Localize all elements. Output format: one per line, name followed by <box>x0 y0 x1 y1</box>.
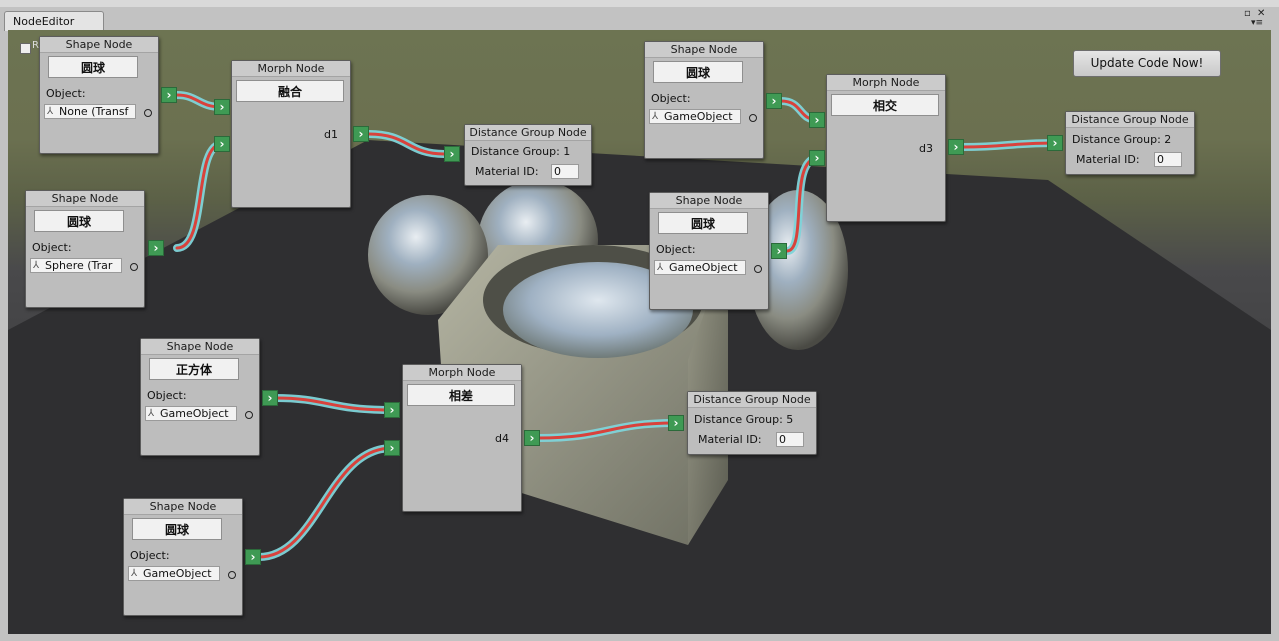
material-label: Material ID: <box>698 433 762 446</box>
circle-picker-icon[interactable] <box>144 109 152 117</box>
morph-op-field[interactable]: 相差 <box>407 384 515 406</box>
output-label: d3 <box>919 142 933 155</box>
shape-name-field[interactable]: 圆球 <box>658 212 748 234</box>
input-port[interactable]: › <box>809 112 825 128</box>
object-label: Object: <box>46 87 86 100</box>
input-port[interactable]: › <box>214 136 230 152</box>
node-header[interactable]: Shape Node <box>26 191 144 207</box>
input-port[interactable]: › <box>214 99 230 115</box>
output-label: d1 <box>324 128 338 141</box>
transform-icon: ⅄ <box>33 260 40 271</box>
shape-name-field[interactable]: 正方体 <box>149 358 239 380</box>
output-label: d4 <box>495 432 509 445</box>
distance-group-node[interactable]: Distance Group Node Distance Group: 5 Ma… <box>687 391 817 455</box>
transform-icon: ⅄ <box>657 262 664 273</box>
morph-op-field[interactable]: 相交 <box>831 94 939 116</box>
node-header[interactable]: Distance Group Node <box>1066 112 1194 128</box>
output-port[interactable]: › <box>148 240 164 256</box>
object-value: None (Transf <box>59 105 129 118</box>
transform-icon: ⅄ <box>131 568 138 579</box>
object-field[interactable]: ⅄ Sphere (Trar <box>30 258 122 273</box>
object-value: Sphere (Trar <box>45 259 113 272</box>
node-header[interactable]: Shape Node <box>124 499 242 515</box>
output-port[interactable]: › <box>262 390 278 406</box>
distance-group-text: Distance Group: 2 <box>1072 133 1172 146</box>
circle-picker-icon[interactable] <box>245 411 253 419</box>
morph-node[interactable]: Morph Node 融合 d1 <box>231 60 351 208</box>
output-port[interactable]: › <box>771 243 787 259</box>
morph-op-field[interactable]: 融合 <box>236 80 344 102</box>
input-port[interactable]: › <box>1047 135 1063 151</box>
node-header[interactable]: Distance Group Node <box>465 125 591 141</box>
shape-node[interactable]: Shape Node 圆球 Object: ⅄ None (Transf <box>39 36 159 154</box>
object-field[interactable]: ⅄ None (Transf <box>44 104 136 119</box>
node-header[interactable]: Shape Node <box>141 339 259 355</box>
circle-picker-icon[interactable] <box>749 114 757 122</box>
morph-node[interactable]: Morph Node 相交 d3 <box>826 74 946 222</box>
output-port[interactable]: › <box>948 139 964 155</box>
object-value: GameObject <box>669 261 738 274</box>
shape-name-field[interactable]: 圆球 <box>34 210 124 232</box>
shape-node[interactable]: Shape Node 圆球 Object: ⅄ GameObject <box>649 192 769 310</box>
input-port[interactable]: › <box>384 402 400 418</box>
input-port[interactable]: › <box>809 150 825 166</box>
circle-picker-icon[interactable] <box>754 265 762 273</box>
shape-node[interactable]: Shape Node 圆球 Object: ⅄ GameObject <box>123 498 243 616</box>
object-value: GameObject <box>143 567 212 580</box>
node-editor-canvas[interactable]: R Update Code Now! Shape Node 圆球 Object:… <box>8 30 1271 634</box>
shape-name-field[interactable]: 圆球 <box>653 61 743 83</box>
node-header[interactable]: Shape Node <box>645 42 763 58</box>
output-port[interactable]: › <box>161 87 177 103</box>
transform-icon: ⅄ <box>148 408 155 419</box>
object-field[interactable]: ⅄ GameObject <box>145 406 237 421</box>
update-code-button[interactable]: Update Code Now! <box>1073 50 1221 77</box>
output-port[interactable]: › <box>766 93 782 109</box>
node-header[interactable]: Morph Node <box>403 365 521 381</box>
shape-node[interactable]: Shape Node 圆球 Object: ⅄ Sphere (Trar <box>25 190 145 308</box>
shape-node[interactable]: Shape Node 正方体 Object: ⅄ GameObject <box>140 338 260 456</box>
output-port[interactable]: › <box>353 126 369 142</box>
transform-icon: ⅄ <box>47 106 54 117</box>
material-id-field[interactable]: 0 <box>1154 152 1182 167</box>
object-label: Object: <box>32 241 72 254</box>
shape-name-field[interactable]: 圆球 <box>48 56 138 78</box>
input-port[interactable]: › <box>668 415 684 431</box>
object-label: Object: <box>651 92 691 105</box>
object-field[interactable]: ⅄ GameObject <box>649 109 741 124</box>
input-port[interactable]: › <box>444 146 460 162</box>
distance-group-node[interactable]: Distance Group Node Distance Group: 2 Ma… <box>1065 111 1195 175</box>
object-value: GameObject <box>160 407 229 420</box>
maximize-icon[interactable]: ▫ <box>1244 8 1251 19</box>
tab-bar: NodeEditor ▫ ✕ ▾≡ <box>0 7 1279 31</box>
circle-picker-icon[interactable] <box>130 263 138 271</box>
material-id-field[interactable]: 0 <box>776 432 804 447</box>
object-label: Object: <box>147 389 187 402</box>
input-port[interactable]: › <box>384 440 400 456</box>
circle-picker-icon[interactable] <box>228 571 236 579</box>
node-header[interactable]: Shape Node <box>650 193 768 209</box>
object-field[interactable]: ⅄ GameObject <box>654 260 746 275</box>
tab-node-editor[interactable]: NodeEditor <box>4 11 104 31</box>
object-field[interactable]: ⅄ GameObject <box>128 566 220 581</box>
object-value: GameObject <box>664 110 733 123</box>
morph-node[interactable]: Morph Node 相差 d4 <box>402 364 522 512</box>
material-label: Material ID: <box>475 165 539 178</box>
distance-group-text: Distance Group: 1 <box>471 145 571 158</box>
object-label: Object: <box>130 549 170 562</box>
node-header[interactable]: Morph Node <box>827 75 945 91</box>
node-header[interactable]: Shape Node <box>40 37 158 53</box>
material-id-field[interactable]: 0 <box>551 164 579 179</box>
transform-icon: ⅄ <box>652 111 659 122</box>
material-label: Material ID: <box>1076 153 1140 166</box>
object-label: Object: <box>656 243 696 256</box>
shape-name-field[interactable]: 圆球 <box>132 518 222 540</box>
output-port[interactable]: › <box>245 549 261 565</box>
output-port[interactable]: › <box>524 430 540 446</box>
window-menu-icon[interactable]: ▾≡ <box>1251 18 1263 28</box>
distance-group-node[interactable]: Distance Group Node Distance Group: 1 Ma… <box>464 124 592 186</box>
shape-node[interactable]: Shape Node 圆球 Object: ⅄ GameObject <box>644 41 764 159</box>
node-header[interactable]: Morph Node <box>232 61 350 77</box>
node-header[interactable]: Distance Group Node <box>688 392 816 408</box>
distance-group-text: Distance Group: 5 <box>694 413 794 426</box>
